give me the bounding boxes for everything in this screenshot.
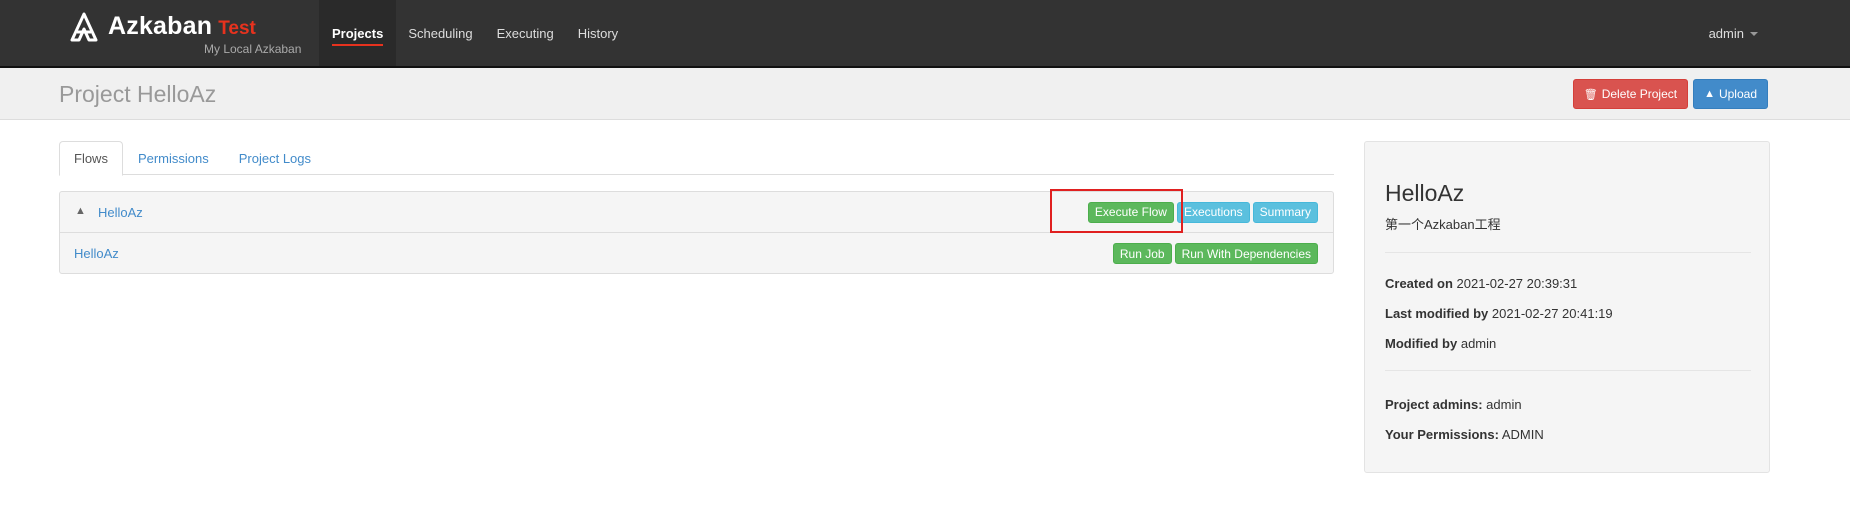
- nav-scheduling-label: Scheduling: [408, 25, 473, 41]
- project-admins-label: Project admins:: [1385, 397, 1483, 412]
- caret-down-icon: [1750, 32, 1758, 36]
- last-modified: Last modified by 2021-02-27 20:41:19: [1385, 306, 1613, 321]
- summary-button[interactable]: Summary: [1252, 201, 1318, 223]
- nav-executing-label: Executing: [496, 25, 554, 41]
- delete-project-button[interactable]: 🗑 Delete Project: [1572, 79, 1689, 109]
- last-modified-label: Last modified by: [1385, 306, 1489, 321]
- user-name: admin: [1708, 25, 1744, 41]
- main-nav: Projects Scheduling Executing History: [319, 0, 630, 66]
- flow-name-link[interactable]: HelloAz: [98, 205, 143, 220]
- nav-scheduling[interactable]: Scheduling: [396, 0, 484, 66]
- user-menu[interactable]: admin: [1709, 0, 1758, 66]
- tab-project-logs[interactable]: Project Logs: [224, 141, 326, 176]
- run-with-dependencies-button[interactable]: Run With Dependencies: [1174, 243, 1318, 264]
- top-navbar: Azkaban Test My Local Azkaban Projects Sc…: [0, 0, 1850, 68]
- project-description: 第一个Azkaban工程: [1385, 217, 1501, 232]
- trash-icon: 🗑: [1583, 88, 1598, 101]
- nav-projects-label: Projects: [332, 26, 384, 46]
- tab-permissions[interactable]: Permissions: [123, 141, 224, 176]
- divider: [1385, 252, 1751, 253]
- your-permissions: Your Permissions: ADMIN: [1385, 427, 1544, 442]
- created-on: Created on 2021-02-27 20:39:31: [1385, 276, 1577, 291]
- executions-button[interactable]: Executions: [1176, 201, 1250, 223]
- job-name-link[interactable]: HelloAz: [74, 246, 119, 261]
- brand-subtitle: My Local Azkaban: [204, 42, 302, 56]
- created-on-label: Created on: [1385, 276, 1453, 291]
- project-admins: Project admins: admin: [1385, 397, 1522, 412]
- modified-by-label: Modified by: [1385, 336, 1458, 351]
- nav-history-label: History: [577, 25, 619, 41]
- project-tabs: Flows Permissions Project Logs: [59, 141, 1334, 176]
- nav-history[interactable]: History: [566, 0, 630, 66]
- nav-projects[interactable]: Projects: [319, 0, 397, 66]
- brand-text: Azkaban Test My Local Azkaban: [108, 12, 301, 56]
- project-admins-value: admin: [1486, 397, 1522, 412]
- nav-executing[interactable]: Executing: [485, 0, 566, 66]
- flow-panel: ▲ HelloAz Execute Flow Executions Summar…: [59, 191, 1334, 274]
- flow-row: ▲ HelloAz Execute Flow Executions Summar…: [60, 192, 1333, 233]
- upload-label: Upload: [1718, 87, 1757, 101]
- created-on-value: 2021-02-27 20:39:31: [1456, 276, 1578, 291]
- flow-actions: Execute Flow Executions Summary: [1087, 201, 1318, 223]
- last-modified-value: 2021-02-27 20:41:19: [1491, 306, 1613, 321]
- upload-button[interactable]: ▲ Upload: [1693, 79, 1768, 109]
- header-actions: 🗑 Delete Project ▲ Upload: [1572, 79, 1768, 109]
- tab-flows[interactable]: Flows: [59, 141, 123, 176]
- project-header: Project HelloAz 🗑 Delete Project ▲ Uploa…: [0, 68, 1850, 120]
- modified-by-value: admin: [1460, 336, 1497, 351]
- project-name: HelloAz: [1385, 180, 1465, 206]
- chevron-up-icon[interactable]: ▲: [75, 205, 86, 217]
- run-job-button[interactable]: Run Job: [1112, 243, 1172, 264]
- modified-by: Modified by admin: [1385, 336, 1496, 351]
- your-permissions-label: Your Permissions:: [1385, 427, 1499, 442]
- job-actions: Run Job Run With Dependencies: [1112, 243, 1318, 264]
- job-row: HelloAz Run Job Run With Dependencies: [60, 233, 1333, 274]
- brand-name: Azkaban: [108, 12, 213, 40]
- brand-env: Test: [218, 18, 256, 39]
- execute-flow-button[interactable]: Execute Flow: [1087, 201, 1174, 223]
- page-title: Project HelloAz: [59, 81, 217, 107]
- divider: [1385, 370, 1751, 371]
- brand[interactable]: Azkaban Test My Local Azkaban: [68, 12, 301, 56]
- azkaban-logo-icon: [70, 12, 98, 42]
- project-info-panel: HelloAz 第一个Azkaban工程 Created on 2021-02-…: [1364, 141, 1770, 473]
- upload-circle-icon: ▲: [1704, 88, 1715, 100]
- your-permissions-value: ADMIN: [1501, 427, 1544, 442]
- delete-project-label: Delete Project: [1601, 87, 1678, 101]
